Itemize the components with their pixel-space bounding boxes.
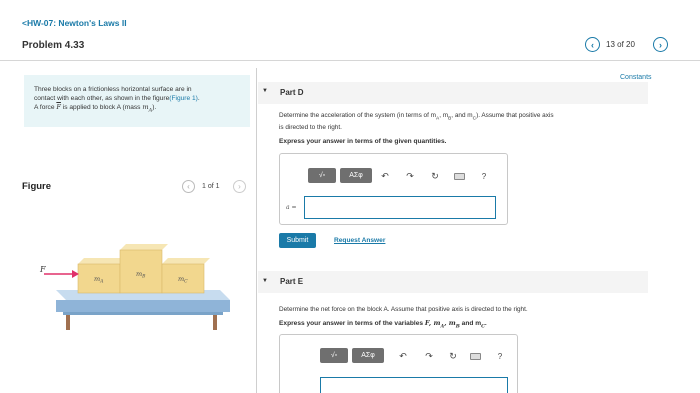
intro-text: contact with each other, as shown in the… [34, 95, 170, 102]
variable-text: F, m [424, 319, 441, 327]
part-d-question: Determine the acceleration of the system… [279, 111, 649, 132]
force-label: F [39, 265, 46, 274]
intro-line-2: contact with each other, as shown in the… [34, 94, 242, 103]
problem-intro: Three blocks on a frictionless horizonta… [24, 75, 250, 127]
table-front [56, 300, 230, 312]
greek-symbols-button[interactable]: ΑΣφ [340, 168, 372, 183]
undo-icon[interactable]: ↶ [379, 170, 391, 182]
problem-pager-label: 13 of 20 [606, 40, 635, 49]
part-e-answer-box: √▫ ΑΣφ ↶ ↷ ↻ ? [279, 334, 518, 393]
question-text: Determine the acceleration of the system… [279, 112, 436, 119]
intro-line-1: Three blocks on a frictionless horizonta… [34, 86, 192, 93]
templates-button[interactable]: √▫ [320, 348, 348, 363]
part-d-title: Part D [280, 88, 304, 97]
intro-text: is applied to block A (mass [60, 104, 143, 111]
intro-text: A force [34, 104, 57, 111]
variable-text: , m [444, 319, 456, 327]
chevron-right-icon: › [659, 39, 662, 50]
back-to-assignment-link[interactable]: <HW-07: Newton's Laws II [22, 18, 127, 28]
table-leg [213, 315, 217, 330]
table-leg [66, 315, 70, 330]
acceleration-answer-input[interactable] [304, 196, 496, 219]
figure-next-button[interactable]: › [233, 180, 246, 193]
instruction-text: Express your answer in terms of the vari… [279, 320, 425, 327]
problem-title: Problem 4.33 [22, 40, 85, 51]
figure-counter: 1 of 1 [202, 183, 220, 190]
previous-problem-button[interactable]: ‹ [585, 37, 600, 52]
chevron-right-icon: › [238, 182, 241, 191]
keyboard-icon[interactable] [470, 353, 481, 360]
header-divider [0, 60, 700, 61]
intro-text: ). [152, 104, 157, 111]
caret-down-icon: ▼ [262, 88, 268, 94]
block-b-top [120, 244, 168, 250]
net-force-answer-input[interactable] [320, 377, 508, 393]
keyboard-icon[interactable] [454, 173, 465, 180]
figure-link[interactable]: (Figure 1) [169, 95, 198, 102]
intro-text: . [197, 95, 200, 102]
part-d-submit-button[interactable]: Submit [279, 233, 316, 248]
part-d-request-answer-link[interactable]: Request Answer [334, 237, 385, 244]
part-d-header[interactable]: ▼ Part D [258, 82, 648, 104]
reset-icon[interactable]: ↻ [447, 350, 459, 362]
blocks-figure: F mA mB mC [39, 244, 230, 330]
table-edge [63, 312, 223, 315]
part-d-question-line-2: is directed to the right. [279, 124, 342, 132]
undo-icon[interactable]: ↶ [397, 350, 409, 362]
chevron-left-icon: ‹ [591, 39, 594, 50]
intro-line-3: A force F is applied to block A (mass mA… [34, 103, 242, 115]
instruction-text: . [484, 320, 487, 327]
redo-icon[interactable]: ↷ [423, 350, 435, 362]
part-e-instruction: Express your answer in terms of the vari… [279, 319, 659, 329]
constants-link[interactable]: Constants [620, 74, 652, 81]
block-a-top [78, 258, 126, 264]
question-text: , and m [451, 112, 473, 119]
caret-down-icon: ▼ [262, 278, 268, 284]
redo-icon[interactable]: ↷ [404, 170, 416, 182]
figure-prev-button[interactable]: ‹ [182, 180, 195, 193]
part-e-title: Part E [280, 277, 304, 286]
question-text: , m [439, 112, 449, 119]
reset-icon[interactable]: ↻ [429, 170, 441, 182]
part-d-instruction: Express your answer in terms of the give… [279, 138, 447, 145]
question-text: ). Assume that positive axis [476, 112, 554, 119]
templates-button[interactable]: √▫ [308, 168, 336, 183]
part-e-question: Determine the net force on the block A. … [279, 306, 528, 313]
figure-label: Figure [22, 181, 52, 192]
part-d-answer-box: √▫ ΑΣφ ↶ ↷ ↻ ? a = [279, 153, 508, 225]
block-c-top [162, 258, 210, 264]
help-icon[interactable]: ? [494, 350, 506, 362]
next-problem-button[interactable]: › [653, 37, 668, 52]
help-icon[interactable]: ? [478, 170, 490, 182]
variable-text: and m [459, 320, 482, 327]
answer-variable-label: a = [286, 204, 297, 211]
part-d-question-line-1: Determine the acceleration of the system… [279, 111, 649, 123]
chevron-left-icon: ‹ [187, 182, 190, 191]
column-divider [256, 68, 257, 393]
greek-symbols-button[interactable]: ΑΣφ [352, 348, 384, 363]
part-e-header[interactable]: ▼ Part E [258, 271, 648, 293]
